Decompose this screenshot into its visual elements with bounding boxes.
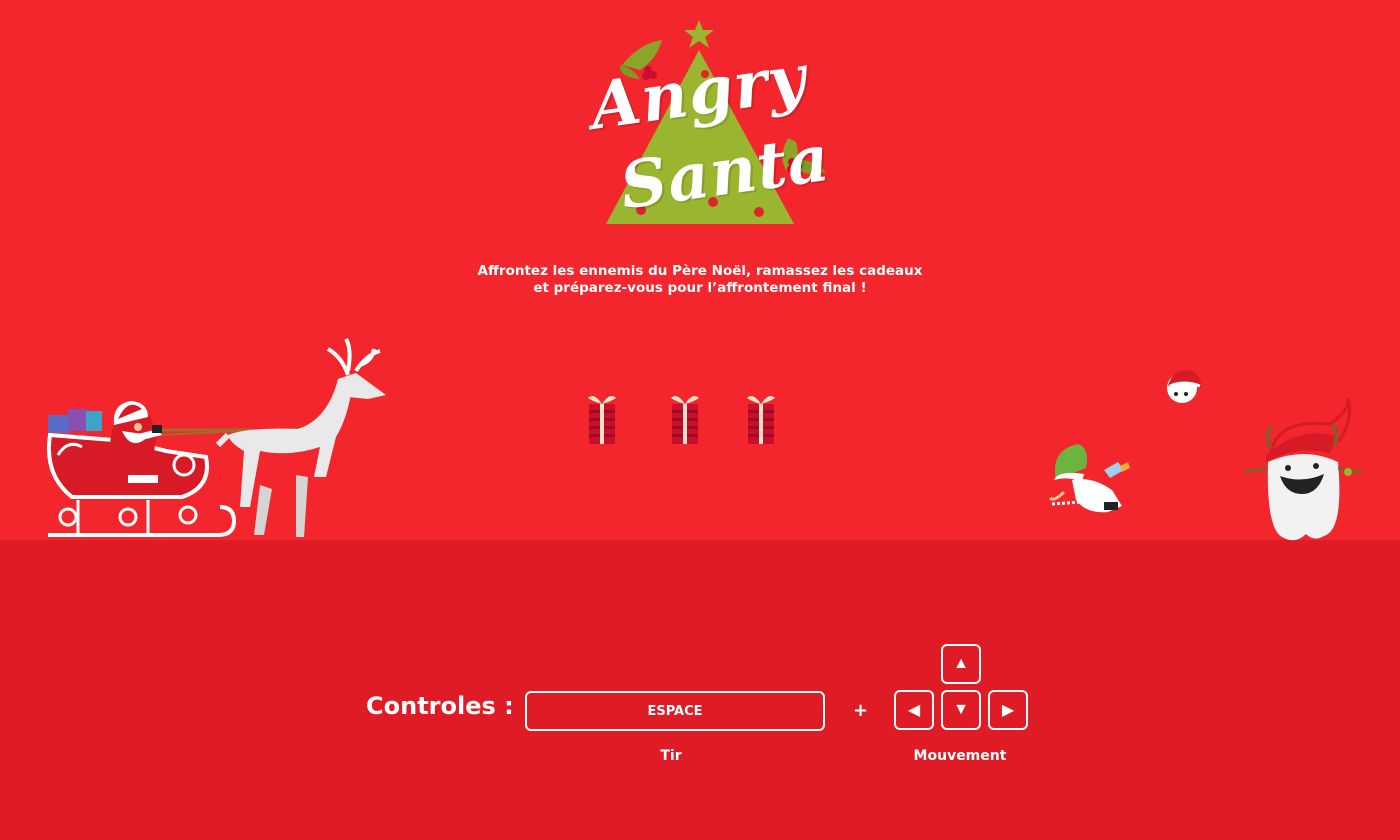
controls-label: Controles : bbox=[366, 692, 514, 720]
arrow-up-button[interactable]: ▲ bbox=[941, 644, 981, 684]
fire-caption: Tir bbox=[660, 748, 682, 764]
player-santa-sleigh bbox=[38, 335, 398, 545]
game-ground bbox=[0, 540, 1400, 840]
arrow-left-button[interactable]: ◀ bbox=[894, 690, 934, 730]
enemy-santa-hat bbox=[1162, 366, 1204, 406]
intro-text: Affrontez les ennemis du Père Noël, rama… bbox=[400, 263, 1000, 297]
reindeer-icon bbox=[215, 337, 386, 537]
arrow-up-icon: ▲ bbox=[953, 655, 969, 672]
arrow-down-icon: ▼ bbox=[953, 701, 969, 718]
plus-sign: + bbox=[853, 700, 869, 721]
life-gift-3 bbox=[743, 392, 779, 446]
life-gift-2 bbox=[667, 392, 703, 446]
life-gift-1 bbox=[584, 392, 620, 446]
intro-line-1: Affrontez les ennemis du Père Noël, rama… bbox=[477, 263, 923, 279]
elf-icon bbox=[1048, 444, 1130, 513]
santa-sleigh-icon bbox=[47, 337, 386, 537]
arrow-right-icon: ▶ bbox=[1001, 702, 1015, 719]
gift-icon bbox=[671, 396, 699, 444]
enemy-elf bbox=[1044, 440, 1134, 520]
arrow-down-button[interactable]: ▼ bbox=[941, 690, 981, 730]
game-logo: Angry Santa bbox=[560, 10, 850, 235]
arrow-right-button[interactable]: ▶ bbox=[988, 690, 1028, 730]
snow-monster-icon bbox=[1243, 397, 1363, 541]
arrow-left-icon: ◀ bbox=[907, 702, 921, 719]
santa-hat-enemy-icon bbox=[1167, 370, 1202, 403]
gift-icon bbox=[747, 396, 775, 444]
enemy-snow-monster bbox=[1240, 397, 1365, 543]
space-key-button[interactable]: ESPACE bbox=[525, 691, 825, 731]
move-caption: Mouvement bbox=[913, 748, 1007, 764]
intro-line-2: et préparez-vous pour l’affrontement fin… bbox=[533, 280, 867, 296]
gift-icon bbox=[588, 396, 616, 444]
